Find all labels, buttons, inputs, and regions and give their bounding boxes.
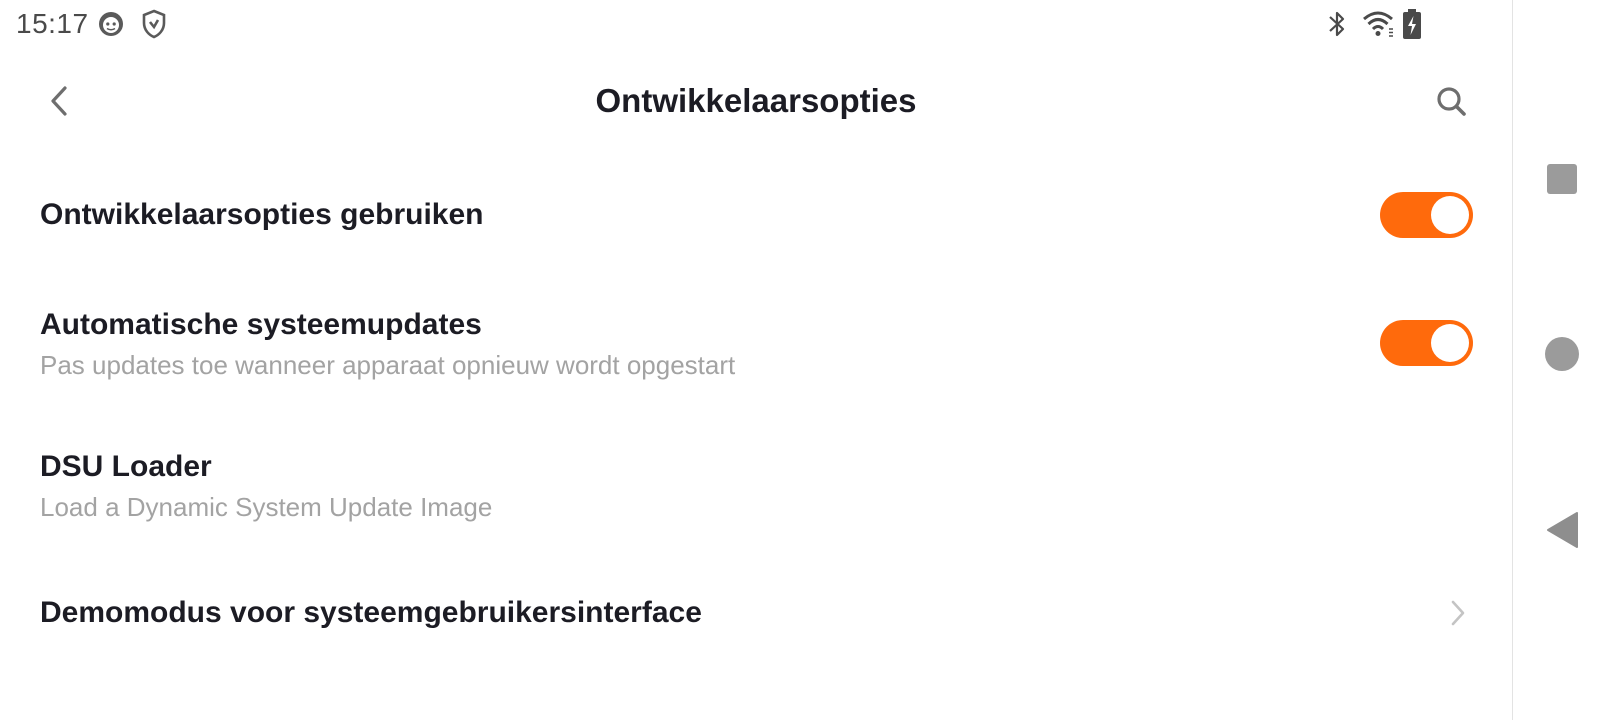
home-button[interactable] bbox=[1543, 335, 1581, 373]
bluetooth-icon bbox=[1329, 11, 1345, 37]
wifi-icon bbox=[1363, 11, 1393, 37]
setting-title: Ontwikkelaarsopties gebruiken bbox=[40, 198, 484, 231]
setting-dsu-loader[interactable]: DSU Loader Load a Dynamic System Update … bbox=[0, 432, 1512, 542]
toggle-knob bbox=[1431, 196, 1469, 234]
setting-automatic-system-updates[interactable]: Automatische systeemupdates Pas updates … bbox=[0, 290, 1512, 400]
setting-subtitle: Pas updates toe wanneer apparaat opnieuw… bbox=[40, 350, 736, 380]
setting-developer-options[interactable]: Ontwikkelaarsopties gebruiken bbox=[0, 168, 1512, 264]
recents-square-icon bbox=[1547, 164, 1577, 194]
search-icon bbox=[1437, 87, 1466, 116]
status-bar: 15:17 bbox=[0, 0, 1512, 50]
back-nav-button[interactable] bbox=[1543, 510, 1581, 550]
app-header: Ontwikkelaarsopties bbox=[0, 60, 1512, 152]
setting-system-ui-demo-mode[interactable]: Demomodus voor systeemgebruikersinterfac… bbox=[0, 570, 1512, 660]
settings-screen: 15:17 Ontwikkelaarsopties Ontwikkelaarso… bbox=[0, 0, 1512, 720]
automatic-system-updates-toggle[interactable] bbox=[1380, 320, 1473, 366]
page-title: Ontwikkelaarsopties bbox=[595, 82, 917, 119]
status-time: 15:17 bbox=[16, 8, 89, 39]
home-circle-icon bbox=[1545, 337, 1579, 371]
chevron-right-icon bbox=[1451, 600, 1465, 626]
setting-title: Demomodus voor systeemgebruikersinterfac… bbox=[40, 596, 702, 629]
toggle-knob bbox=[1431, 324, 1469, 362]
developer-options-toggle[interactable] bbox=[1380, 192, 1473, 238]
setting-title: Automatische systeemupdates bbox=[40, 308, 482, 341]
setting-title: DSU Loader bbox=[40, 450, 212, 483]
navigation-bar bbox=[1512, 0, 1600, 720]
recents-button[interactable] bbox=[1545, 162, 1579, 196]
setting-subtitle: Load a Dynamic System Update Image bbox=[40, 492, 493, 522]
face-notification-icon bbox=[99, 12, 123, 36]
shield-icon bbox=[142, 9, 166, 39]
battery-charging-icon bbox=[1403, 9, 1421, 39]
back-triangle-icon bbox=[1547, 512, 1578, 548]
search-button[interactable] bbox=[1432, 82, 1472, 122]
